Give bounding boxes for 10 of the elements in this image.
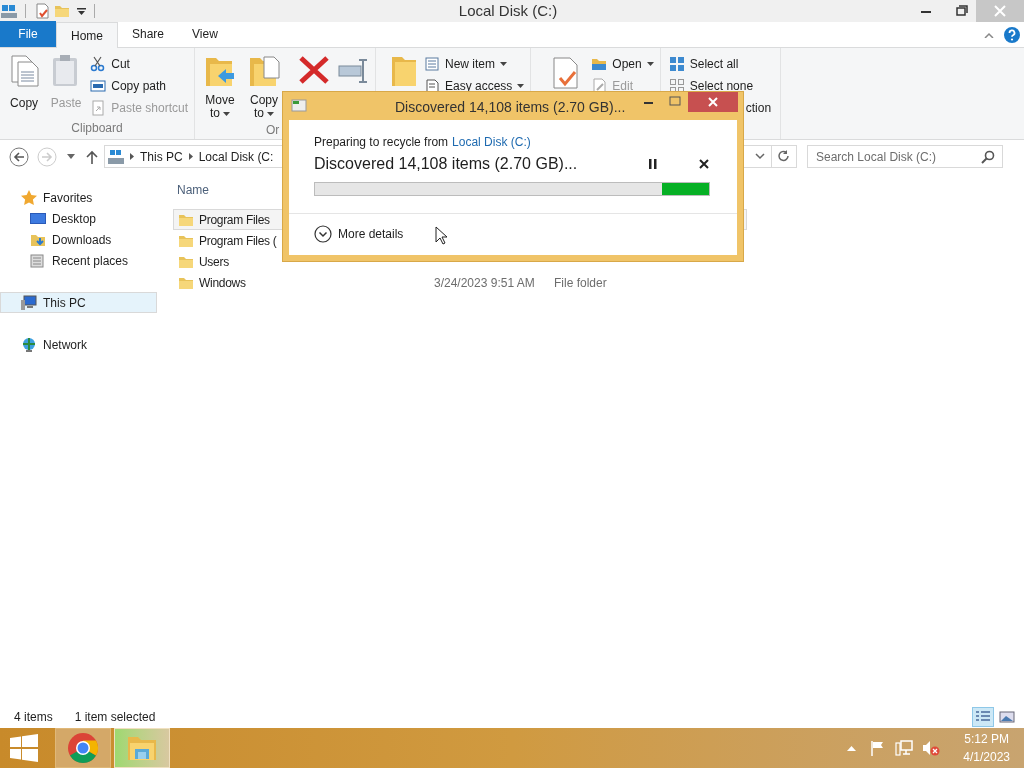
type-cell-text: File folder [554,274,607,292]
item-count: 4 items [14,708,53,726]
date-cell-text: 3/24/2023 9:51 AM [434,274,536,292]
group-label: Or [266,122,280,139]
window-title: Local Disk (C:) [457,0,559,21]
selection-count: 1 item selected [74,708,156,726]
dialog-title: Discovered 14,108 items (2.70 GB)... [395,98,626,117]
group-label: Clipboard [70,120,124,137]
progress-status: Discovered 14,108 items (2.70 GB)... [314,154,578,174]
dialog-text: Preparing to recycle from [314,134,449,151]
